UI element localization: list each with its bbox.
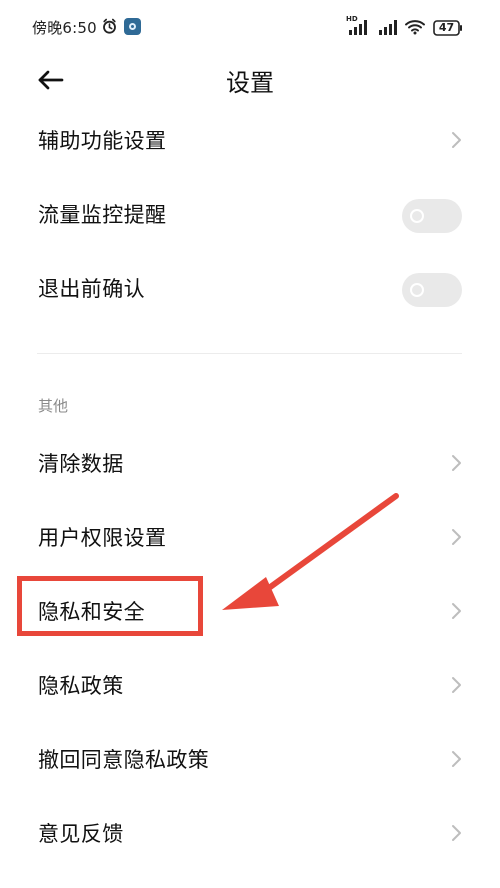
app-badge-icon — [124, 18, 141, 35]
battery-level: 47 — [438, 21, 455, 34]
signal-icon — [349, 20, 367, 35]
chevron-right-icon — [452, 529, 461, 545]
signal-icon — [379, 20, 397, 35]
settings-row-privacy-policy[interactable]: 隐私政策 — [0, 650, 500, 724]
page-title: 设置 — [226, 69, 274, 97]
row-label: 隐私政策 — [38, 674, 124, 698]
chevron-right-icon — [452, 455, 461, 471]
settings-row-accessibility[interactable]: 辅助功能设置 — [0, 105, 500, 179]
settings-row-exit-confirm: 退出前确认 — [0, 253, 500, 327]
chevron-right-icon — [452, 677, 461, 693]
settings-row-feedback[interactable]: 意见反馈 — [0, 798, 500, 872]
status-bar: 傍晚6:50 HD 47 — [0, 0, 500, 56]
chevron-right-icon — [452, 825, 461, 841]
status-time: 傍晚6:50 — [32, 19, 97, 37]
row-label: 流量监控提醒 — [38, 203, 167, 227]
annotation-arrow-icon — [222, 493, 399, 610]
row-label: 辅助功能设置 — [38, 129, 167, 153]
row-label: 撤回同意隐私政策 — [38, 748, 210, 772]
settings-row-withdraw-privacy-consent[interactable]: 撤回同意隐私政策 — [0, 724, 500, 798]
traffic-monitor-toggle[interactable] — [402, 199, 462, 233]
section-divider — [37, 353, 462, 354]
highlight-box — [17, 576, 203, 636]
section-title-others: 其他 — [38, 397, 69, 415]
row-label: 清除数据 — [38, 452, 124, 476]
toggle-knob — [410, 209, 424, 223]
chevron-right-icon — [452, 603, 461, 619]
row-label: 用户权限设置 — [38, 526, 167, 550]
row-label: 退出前确认 — [38, 277, 145, 301]
row-label: 意见反馈 — [38, 822, 124, 846]
chevron-right-icon — [452, 132, 461, 148]
settings-row-traffic-monitor: 流量监控提醒 — [0, 179, 500, 253]
wifi-icon — [405, 20, 425, 35]
exit-confirm-toggle[interactable] — [402, 273, 462, 307]
toggle-knob — [410, 283, 424, 297]
alarm-icon — [103, 18, 116, 34]
chevron-right-icon — [452, 751, 461, 767]
